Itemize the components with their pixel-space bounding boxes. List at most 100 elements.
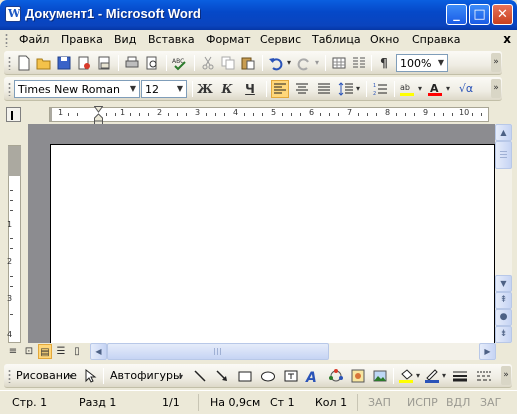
autoshapes-menu[interactable]: Автофигуры <box>110 369 182 382</box>
menu-insert[interactable]: Вставка <box>148 33 195 46</box>
print-icon[interactable] <box>124 55 140 71</box>
vertical-scroll-thumb[interactable] <box>495 141 512 169</box>
print-layout-view-icon[interactable]: ▤ <box>38 344 52 359</box>
horizontal-ruler[interactable]: 1 1 2 3 4 5 6 7 8 9 10 <box>49 106 489 125</box>
reading-view-icon[interactable]: ▯ <box>70 344 84 359</box>
save-icon[interactable] <box>56 55 72 71</box>
show-formatting-icon[interactable]: ¶ <box>376 55 392 71</box>
underline-button[interactable]: Ч <box>242 81 258 97</box>
numbering-icon[interactable]: 12 <box>372 81 388 97</box>
arrow-icon[interactable] <box>214 368 230 384</box>
minimize-button[interactable]: _ <box>446 4 467 25</box>
menu-help[interactable]: Справка <box>412 33 460 46</box>
chevron-down-icon[interactable]: ▾ <box>67 369 75 385</box>
print-preview-icon[interactable] <box>144 55 160 71</box>
copy-icon[interactable] <box>220 55 236 71</box>
previous-page-button[interactable]: ⇞ <box>495 292 512 309</box>
toolbar-options-chevron[interactable]: » <box>501 366 511 385</box>
equation-icon[interactable]: √α <box>456 81 476 97</box>
align-center-button[interactable] <box>294 81 310 97</box>
diagram-icon[interactable] <box>328 368 344 384</box>
tab-selector-button[interactable] <box>6 107 21 122</box>
align-justify-button[interactable] <box>316 81 332 97</box>
font-color-dropdown-icon[interactable]: ▾ <box>444 81 452 97</box>
cut-icon[interactable] <box>200 55 216 71</box>
permission-icon[interactable] <box>76 55 92 71</box>
redo-dropdown-icon[interactable]: ▾ <box>313 55 321 71</box>
zoom-combo[interactable]: 100% ▼ <box>396 54 448 72</box>
menu-window[interactable]: Окно <box>370 33 399 46</box>
status-ext[interactable]: ВДЛ <box>446 396 470 409</box>
text-box-icon[interactable] <box>283 368 299 384</box>
menu-table[interactable]: Таблица <box>312 33 361 46</box>
highlight-dropdown-icon[interactable]: ▾ <box>416 81 424 97</box>
align-left-button[interactable] <box>271 80 289 98</box>
toolbar-grip-handle[interactable] <box>8 82 11 96</box>
bold-button[interactable]: Ж <box>197 81 213 97</box>
undo-icon[interactable] <box>268 55 284 71</box>
close-document-button[interactable]: x <box>503 32 511 46</box>
menu-grip-handle[interactable] <box>5 33 8 47</box>
line-spacing-dropdown-icon[interactable]: ▾ <box>354 81 362 97</box>
open-folder-icon[interactable] <box>36 55 52 71</box>
scroll-up-button[interactable]: ▲ <box>495 124 512 141</box>
status-rec[interactable]: ЗАП <box>368 396 391 409</box>
scroll-left-button[interactable]: ◀ <box>90 343 107 360</box>
chevron-down-icon[interactable]: ▼ <box>127 81 139 97</box>
indent-marker[interactable] <box>94 106 103 125</box>
normal-view-icon[interactable]: ≡ <box>6 344 20 359</box>
horizontal-scroll-thumb[interactable] <box>107 343 329 360</box>
title-bar[interactable]: Документ1 - Microsoft Word _ □ ✕ <box>0 0 517 30</box>
line-color-icon[interactable] <box>424 368 440 384</box>
status-ovr[interactable]: ЗАГ <box>480 396 501 409</box>
clip-art-icon[interactable] <box>350 368 366 384</box>
toolbar-grip-handle[interactable] <box>8 369 11 383</box>
paste-icon[interactable] <box>240 55 256 71</box>
font-name-combo[interactable]: Times New Roman ▼ <box>14 80 140 98</box>
spelling-icon[interactable]: ABC <box>172 55 188 71</box>
outline-view-icon[interactable]: ☰ <box>54 344 68 359</box>
web-view-icon[interactable]: ⊡ <box>22 344 36 359</box>
status-trk[interactable]: ИСПР <box>407 396 438 409</box>
word-app-icon[interactable] <box>5 6 21 22</box>
close-button[interactable]: ✕ <box>492 4 513 25</box>
scroll-right-button[interactable]: ▶ <box>479 343 496 360</box>
columns-icon[interactable] <box>351 55 367 71</box>
redo-icon[interactable] <box>296 55 312 71</box>
line-icon[interactable] <box>192 368 208 384</box>
line-color-dropdown-icon[interactable]: ▾ <box>440 368 448 384</box>
horizontal-scrollbar[interactable]: ◀ ▶ <box>90 343 496 360</box>
chevron-down-icon[interactable]: ▼ <box>174 81 186 97</box>
menu-edit[interactable]: Правка <box>61 33 103 46</box>
line-style-icon[interactable] <box>452 368 468 384</box>
maximize-button[interactable]: □ <box>469 4 490 25</box>
document-page[interactable] <box>50 144 495 343</box>
toolbar-grip-handle[interactable] <box>8 56 11 70</box>
new-document-icon[interactable] <box>16 55 32 71</box>
email-icon[interactable] <box>96 55 112 71</box>
highlight-icon[interactable]: ab <box>399 81 415 97</box>
menu-format[interactable]: Формат <box>206 33 251 46</box>
line-spacing-icon[interactable] <box>338 81 354 97</box>
vertical-ruler[interactable]: 1 2 3 4 <box>5 124 24 343</box>
select-browse-object-button[interactable]: ● <box>495 309 512 326</box>
fill-color-icon[interactable] <box>398 368 414 384</box>
toolbar-options-chevron[interactable]: » <box>491 53 501 72</box>
menu-tools[interactable]: Сервис <box>260 33 301 46</box>
font-color-icon[interactable]: A <box>427 81 443 97</box>
select-objects-icon[interactable] <box>82 368 98 384</box>
insert-table-icon[interactable] <box>331 55 347 71</box>
rectangle-icon[interactable] <box>237 368 253 384</box>
menu-file[interactable]: Файл <box>19 33 49 46</box>
italic-button[interactable]: К <box>219 81 235 97</box>
chevron-down-icon[interactable]: ▾ <box>177 369 185 385</box>
dash-style-icon[interactable] <box>476 368 492 384</box>
insert-picture-icon[interactable] <box>372 368 388 384</box>
scroll-down-button[interactable]: ▼ <box>495 275 512 292</box>
fill-color-dropdown-icon[interactable]: ▾ <box>414 368 422 384</box>
next-page-button[interactable]: ⇟ <box>495 326 512 343</box>
chevron-down-icon[interactable]: ▼ <box>435 55 447 71</box>
vertical-scrollbar[interactable]: ▲ ▼ ⇞ ● ⇟ <box>495 124 512 343</box>
oval-icon[interactable] <box>260 368 276 384</box>
undo-dropdown-icon[interactable]: ▾ <box>285 55 293 71</box>
